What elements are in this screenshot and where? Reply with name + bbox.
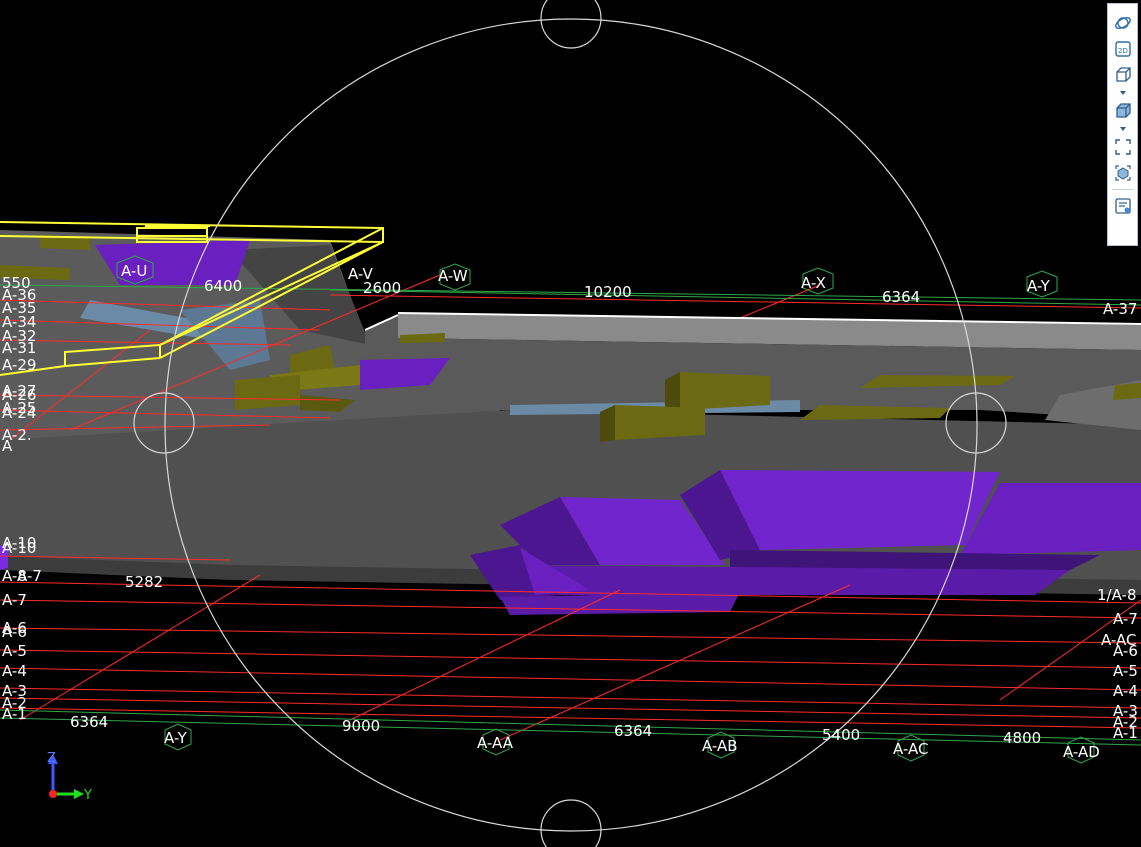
- grid-label: A-4: [2, 662, 27, 680]
- grid-label: A-1: [2, 705, 27, 723]
- grid-label: A-4: [1113, 682, 1138, 700]
- right-labels: 1/A-8 A-7 A-AC A-6 A-5 A-4 A-3 A-2 A-1: [1097, 586, 1138, 742]
- grid-label: A-7: [17, 567, 42, 585]
- view-2d-button[interactable]: 2D: [1110, 36, 1136, 62]
- view-2d-icon: 2D: [1114, 41, 1131, 57]
- grid-label: A-Y: [164, 729, 188, 747]
- properties-button[interactable]: [1110, 193, 1136, 219]
- focus-object-button[interactable]: [1110, 160, 1136, 186]
- dimension-label: 10200: [584, 283, 632, 301]
- axis-label: A-37: [1103, 300, 1137, 318]
- shaded-dropdown[interactable]: [1110, 124, 1136, 134]
- grid-label: A-31: [2, 339, 36, 357]
- grid-label: A: [2, 437, 13, 455]
- orbit-button[interactable]: [1110, 10, 1136, 36]
- focus-object-icon: [1114, 165, 1131, 181]
- chevron-down-icon: [1119, 127, 1126, 131]
- view-toolbar: 2D: [1107, 3, 1138, 246]
- shaded-view-button[interactable]: [1110, 98, 1136, 124]
- grid-label: A-AB: [702, 737, 738, 755]
- wireframe-dropdown[interactable]: [1110, 88, 1136, 98]
- grid-label: A-29: [2, 356, 36, 374]
- grid-label: 4800: [1003, 729, 1041, 747]
- wireframe-view-button[interactable]: [1110, 62, 1136, 88]
- axis-triad: Z Y: [47, 751, 92, 803]
- grid-label: 1/A-8: [1097, 586, 1137, 604]
- dimension-label: 6364: [882, 288, 920, 306]
- dimension-label: 6400: [204, 277, 242, 295]
- grid-label: A-1: [1113, 724, 1138, 742]
- grid-label: 6364: [70, 713, 108, 731]
- dimension-label: 5282: [125, 573, 163, 591]
- grid-label: A-6: [1113, 642, 1138, 660]
- grid-label: 5400: [822, 726, 860, 744]
- grid-label: A-AD: [1063, 743, 1100, 761]
- left-upper-labels: 550 A-36 A-35 A-34 A-32 A-31 A-29 A-27 A…: [2, 274, 36, 455]
- orbit-handle-top: [540, 0, 602, 49]
- grid-label: 6364: [614, 722, 652, 740]
- orbit-handle-bottom: [540, 799, 602, 847]
- toolbar-separator: [1111, 189, 1134, 190]
- dimension-label: 2600: [363, 279, 401, 297]
- grid-label: A-AC: [893, 740, 929, 758]
- axis-label: A-X: [801, 274, 826, 292]
- grid-label: A-6: [2, 623, 27, 641]
- grid-label: A-7: [1113, 610, 1138, 628]
- properties-list-icon: [1114, 198, 1131, 214]
- shaded-box-icon: [1115, 103, 1131, 118]
- axis-label: A-W: [438, 267, 468, 285]
- grid-label: A-AA: [477, 734, 514, 752]
- axis-label: A-Y: [1027, 277, 1051, 295]
- orbit-icon: [1114, 17, 1131, 29]
- chevron-down-icon: [1119, 91, 1126, 95]
- grid-label: 9000: [342, 717, 380, 735]
- 3d-viewport[interactable]: A-U A-V A-W A-X A-Y A-37 6400 2600 10200…: [0, 0, 1141, 847]
- grid-label: A-7: [2, 591, 27, 609]
- grid-label: A-5: [2, 642, 27, 660]
- svg-text:2D: 2D: [1118, 47, 1128, 55]
- model-scene[interactable]: A-U A-V A-W A-X A-Y A-37 6400 2600 10200…: [0, 0, 1141, 847]
- y-axis-label: Y: [83, 788, 92, 803]
- axis-label: A-U: [121, 262, 147, 280]
- wireframe-box-icon: [1115, 67, 1131, 82]
- grid-label: A-24: [2, 404, 36, 422]
- fit-view-icon: [1114, 139, 1131, 155]
- grid-label: A-5: [1113, 662, 1138, 680]
- z-axis-label: Z: [47, 751, 56, 766]
- fit-view-button[interactable]: [1110, 134, 1136, 160]
- grid-label: A-10: [2, 539, 36, 557]
